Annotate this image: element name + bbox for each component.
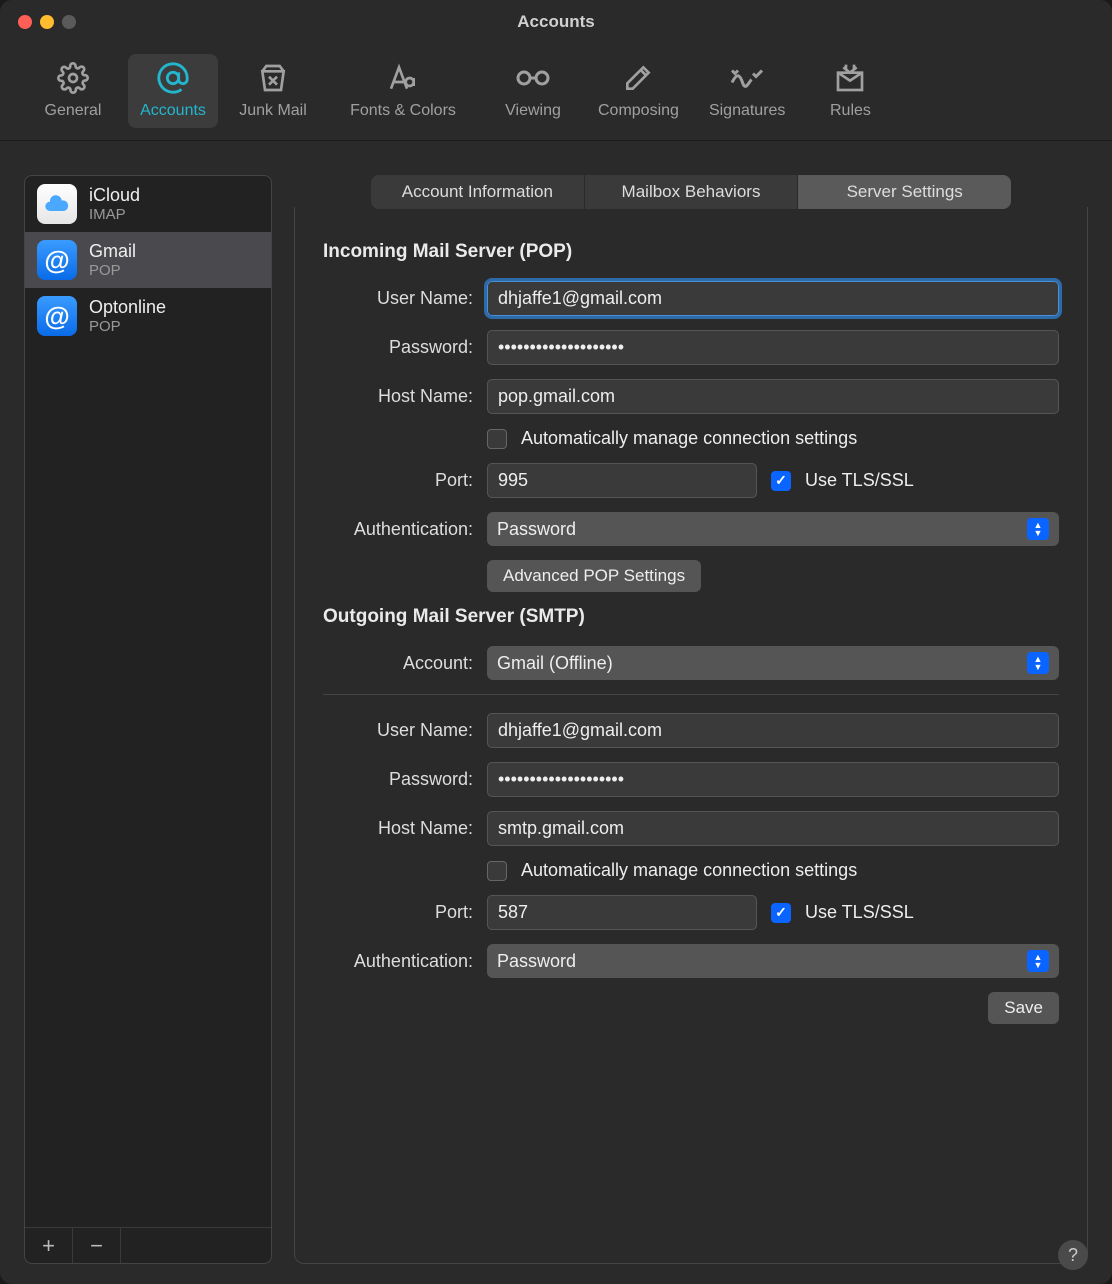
zoom-window-button[interactable] — [62, 15, 76, 29]
tab-viewing[interactable]: Viewing — [488, 54, 578, 128]
incoming-username-input[interactable] — [487, 281, 1059, 316]
at-icon: @ — [37, 240, 77, 280]
incoming-tls-label: Use TLS/SSL — [805, 470, 914, 491]
incoming-auth-label: Authentication: — [323, 519, 473, 540]
window-title: Accounts — [16, 12, 1096, 32]
outgoing-auto-label: Automatically manage connection settings — [521, 860, 857, 881]
outgoing-auth-label: Authentication: — [323, 951, 473, 972]
minimize-window-button[interactable] — [40, 15, 54, 29]
compose-icon — [620, 60, 656, 96]
outgoing-header: Outgoing Mail Server (SMTP) — [323, 606, 1059, 628]
account-item-optonline[interactable]: @ Optonline POP — [25, 288, 271, 344]
outgoing-tls-checkbox[interactable] — [771, 903, 791, 923]
outgoing-password-label: Password: — [323, 769, 473, 790]
account-type: POP — [89, 318, 166, 335]
account-item-icloud[interactable]: iCloud IMAP — [25, 176, 271, 232]
outgoing-username-input[interactable] — [487, 713, 1059, 748]
outgoing-host-label: Host Name: — [323, 818, 473, 839]
account-name: iCloud — [89, 185, 140, 206]
tab-signatures[interactable]: Signatures — [699, 54, 796, 128]
signature-icon — [729, 60, 765, 96]
subtab-account-info[interactable]: Account Information — [371, 175, 585, 209]
account-type: IMAP — [89, 206, 140, 223]
incoming-port-label: Port: — [323, 470, 473, 491]
incoming-tls-checkbox[interactable] — [771, 471, 791, 491]
incoming-password-label: Password: — [323, 337, 473, 358]
accounts-sidebar: iCloud IMAP @ Gmail POP @ Optonline POP — [24, 175, 272, 1264]
chevron-updown-icon: ▲▼ — [1027, 950, 1049, 972]
remove-account-button[interactable]: − — [73, 1228, 121, 1263]
at-icon — [155, 60, 191, 96]
chevron-updown-icon: ▲▼ — [1027, 518, 1049, 540]
font-icon — [385, 60, 421, 96]
incoming-auto-checkbox[interactable] — [487, 429, 507, 449]
traffic-lights — [18, 15, 76, 29]
account-name: Gmail — [89, 241, 136, 262]
glasses-icon — [515, 60, 551, 96]
outgoing-account-select[interactable]: Gmail (Offline) ▲▼ — [487, 646, 1059, 680]
tab-general[interactable]: General — [28, 54, 118, 128]
account-name: Optonline — [89, 297, 166, 318]
main-panel: Account Information Mailbox Behaviors Se… — [294, 175, 1088, 1264]
outgoing-port-input[interactable] — [487, 895, 757, 930]
tab-accounts[interactable]: Accounts — [128, 54, 218, 128]
incoming-port-input[interactable] — [487, 463, 757, 498]
outgoing-auto-checkbox[interactable] — [487, 861, 507, 881]
incoming-username-label: User Name: — [323, 288, 473, 309]
incoming-host-input[interactable] — [487, 379, 1059, 414]
sidebar-footer: + − — [25, 1227, 271, 1263]
help-button[interactable]: ? — [1058, 1240, 1088, 1270]
advanced-pop-button[interactable]: Advanced POP Settings — [487, 560, 701, 592]
preferences-window: Accounts General Accounts Junk Mail Font… — [0, 0, 1112, 1284]
close-window-button[interactable] — [18, 15, 32, 29]
outgoing-tls-label: Use TLS/SSL — [805, 902, 914, 923]
account-item-gmail[interactable]: @ Gmail POP — [25, 232, 271, 288]
outgoing-port-label: Port: — [323, 902, 473, 923]
trash-icon — [255, 60, 291, 96]
subtab-mailbox-behaviors[interactable]: Mailbox Behaviors — [585, 175, 799, 209]
incoming-auto-label: Automatically manage connection settings — [521, 428, 857, 449]
content-area: iCloud IMAP @ Gmail POP @ Optonline POP — [0, 141, 1112, 1284]
outgoing-auth-select[interactable]: Password ▲▼ — [487, 944, 1059, 978]
incoming-header: Incoming Mail Server (POP) — [323, 241, 1059, 263]
gear-icon — [55, 60, 91, 96]
icloud-icon — [37, 184, 77, 224]
account-list: iCloud IMAP @ Gmail POP @ Optonline POP — [25, 176, 271, 1227]
at-icon: @ — [37, 296, 77, 336]
titlebar: Accounts — [0, 0, 1112, 44]
incoming-password-input[interactable] — [487, 330, 1059, 365]
tab-fonts-colors[interactable]: Fonts & Colors — [328, 54, 478, 128]
save-button[interactable]: Save — [988, 992, 1059, 1024]
divider — [323, 694, 1059, 695]
preferences-toolbar: General Accounts Junk Mail Fonts & Color… — [0, 44, 1112, 141]
incoming-auth-select[interactable]: Password ▲▼ — [487, 512, 1059, 546]
tab-composing[interactable]: Composing — [588, 54, 689, 128]
settings-panel: Incoming Mail Server (POP) User Name: Pa… — [294, 207, 1088, 1264]
outgoing-account-label: Account: — [323, 653, 473, 674]
tab-rules[interactable]: Rules — [805, 54, 895, 128]
tab-junk-mail[interactable]: Junk Mail — [228, 54, 318, 128]
subtab-bar: Account Information Mailbox Behaviors Se… — [371, 175, 1011, 209]
add-account-button[interactable]: + — [25, 1228, 73, 1263]
outgoing-username-label: User Name: — [323, 720, 473, 741]
outgoing-host-input[interactable] — [487, 811, 1059, 846]
account-type: POP — [89, 262, 136, 279]
outgoing-password-input[interactable] — [487, 762, 1059, 797]
subtab-server-settings[interactable]: Server Settings — [798, 175, 1011, 209]
rules-icon — [832, 60, 868, 96]
incoming-host-label: Host Name: — [323, 386, 473, 407]
chevron-updown-icon: ▲▼ — [1027, 652, 1049, 674]
